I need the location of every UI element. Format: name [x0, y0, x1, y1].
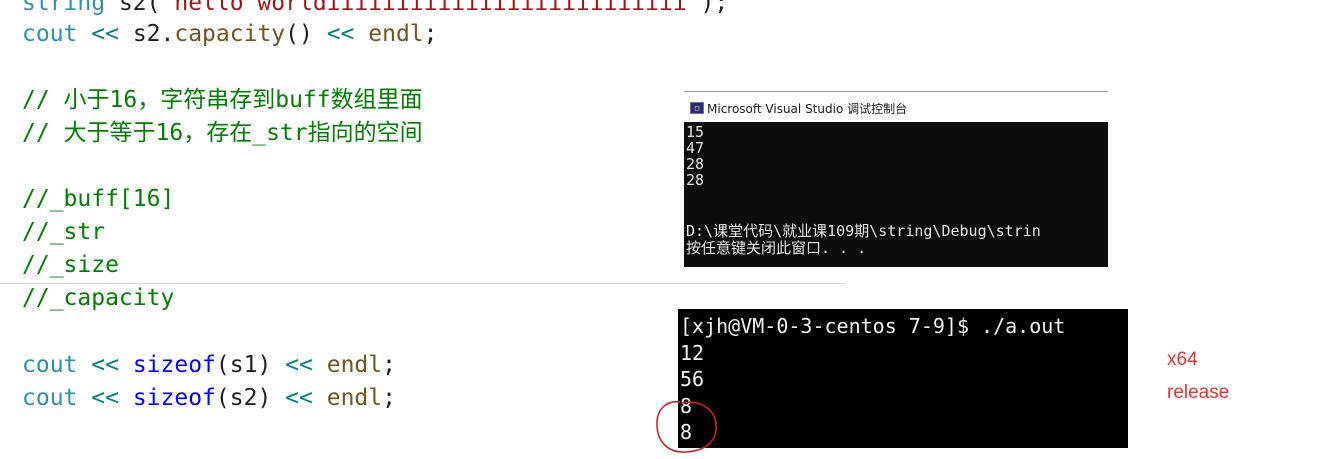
- code-sizeof: sizeof: [132, 385, 216, 411]
- vs-console-output: 15 47 28 28 D:\课堂代码\就业课109期\string\Debug…: [684, 122, 1108, 267]
- code-semi: ;: [382, 352, 396, 378]
- terminal-output-line: 56: [680, 367, 705, 391]
- code-end: );: [700, 0, 729, 16]
- console-app-icon: □: [690, 102, 704, 114]
- code-op: <<: [285, 385, 313, 411]
- code-line-sizeof-s2: cout << sizeof(s2) << endl;: [22, 384, 396, 412]
- code-semi: ;: [382, 385, 396, 411]
- code-op: <<: [285, 352, 313, 378]
- red-circle-annotation: [656, 401, 717, 453]
- code-cout: cout: [22, 21, 78, 47]
- code-paren: (): [285, 21, 313, 47]
- console-line: 28: [686, 171, 705, 189]
- code-cout: cout: [22, 385, 78, 411]
- code-obj: s2.: [132, 21, 175, 47]
- code-op: <<: [326, 21, 355, 47]
- code-fn: capacity: [174, 21, 286, 47]
- terminal-prompt-line: [xjh@VM-0-3-centos 7-9]$ ./a.out: [680, 314, 1066, 338]
- code-comment: // 小于16，字符串存到buff数组里面: [22, 87, 423, 113]
- console-line: D:\课堂代码\就业课109期\string\Debug\strin: [686, 222, 1041, 240]
- code-comment: //_str: [22, 219, 106, 245]
- code-type: string: [22, 0, 106, 16]
- code-arg: (s1): [215, 352, 272, 378]
- console-line: 28: [686, 155, 705, 173]
- linux-terminal: [xjh@VM-0-3-centos 7-9]$ ./a.out 12 56 8…: [678, 309, 1128, 448]
- code-op: <<: [91, 21, 119, 47]
- annotation-config: release: [1167, 382, 1230, 403]
- code-comment: //_capacity: [22, 285, 175, 311]
- code-line-string-s2: string s2("hello worldiiiiiiiiiiiiiiiiii…: [22, 0, 728, 17]
- code-comment: //_buff[16]: [22, 186, 175, 212]
- code-line-sizeof-s1: cout << sizeof(s1) << endl;: [22, 351, 396, 379]
- code-endl: endl: [326, 352, 383, 378]
- code-arg: (s2): [215, 385, 272, 411]
- console-line: 47: [686, 139, 705, 157]
- console-line: 按任意键关闭此窗口. . .: [686, 239, 867, 257]
- vs-debug-console-window: □ Microsoft Visual Studio 调试控制台 15 47 28…: [684, 91, 1108, 267]
- console-line: 15: [686, 123, 705, 141]
- code-op: <<: [91, 352, 119, 378]
- code-semi: ;: [423, 21, 438, 47]
- code-op: <<: [91, 385, 119, 411]
- code-comment: // 大于等于16，存在_str指向的空间: [22, 120, 423, 146]
- terminal-output-line: 12: [680, 341, 705, 365]
- code-endl: endl: [326, 385, 383, 411]
- code-endl: endl: [368, 21, 424, 47]
- code-comment: //_size: [22, 252, 119, 278]
- annotation-platform: x64: [1167, 349, 1198, 370]
- code-string-literal: "hello worldiiiiiiiiiiiiiiiiiiiiiiiiii": [160, 0, 701, 16]
- code-sizeof: sizeof: [132, 352, 216, 378]
- code-var: s2(: [118, 0, 161, 16]
- code-line-capacity: cout << s2.capacity() << endl;: [22, 20, 438, 48]
- code-cout: cout: [22, 352, 78, 378]
- current-line-border: [0, 283, 846, 284]
- vs-window-title: Microsoft Visual Studio 调试控制台: [707, 102, 908, 116]
- vs-titlebar: □ Microsoft Visual Studio 调试控制台: [684, 91, 1108, 123]
